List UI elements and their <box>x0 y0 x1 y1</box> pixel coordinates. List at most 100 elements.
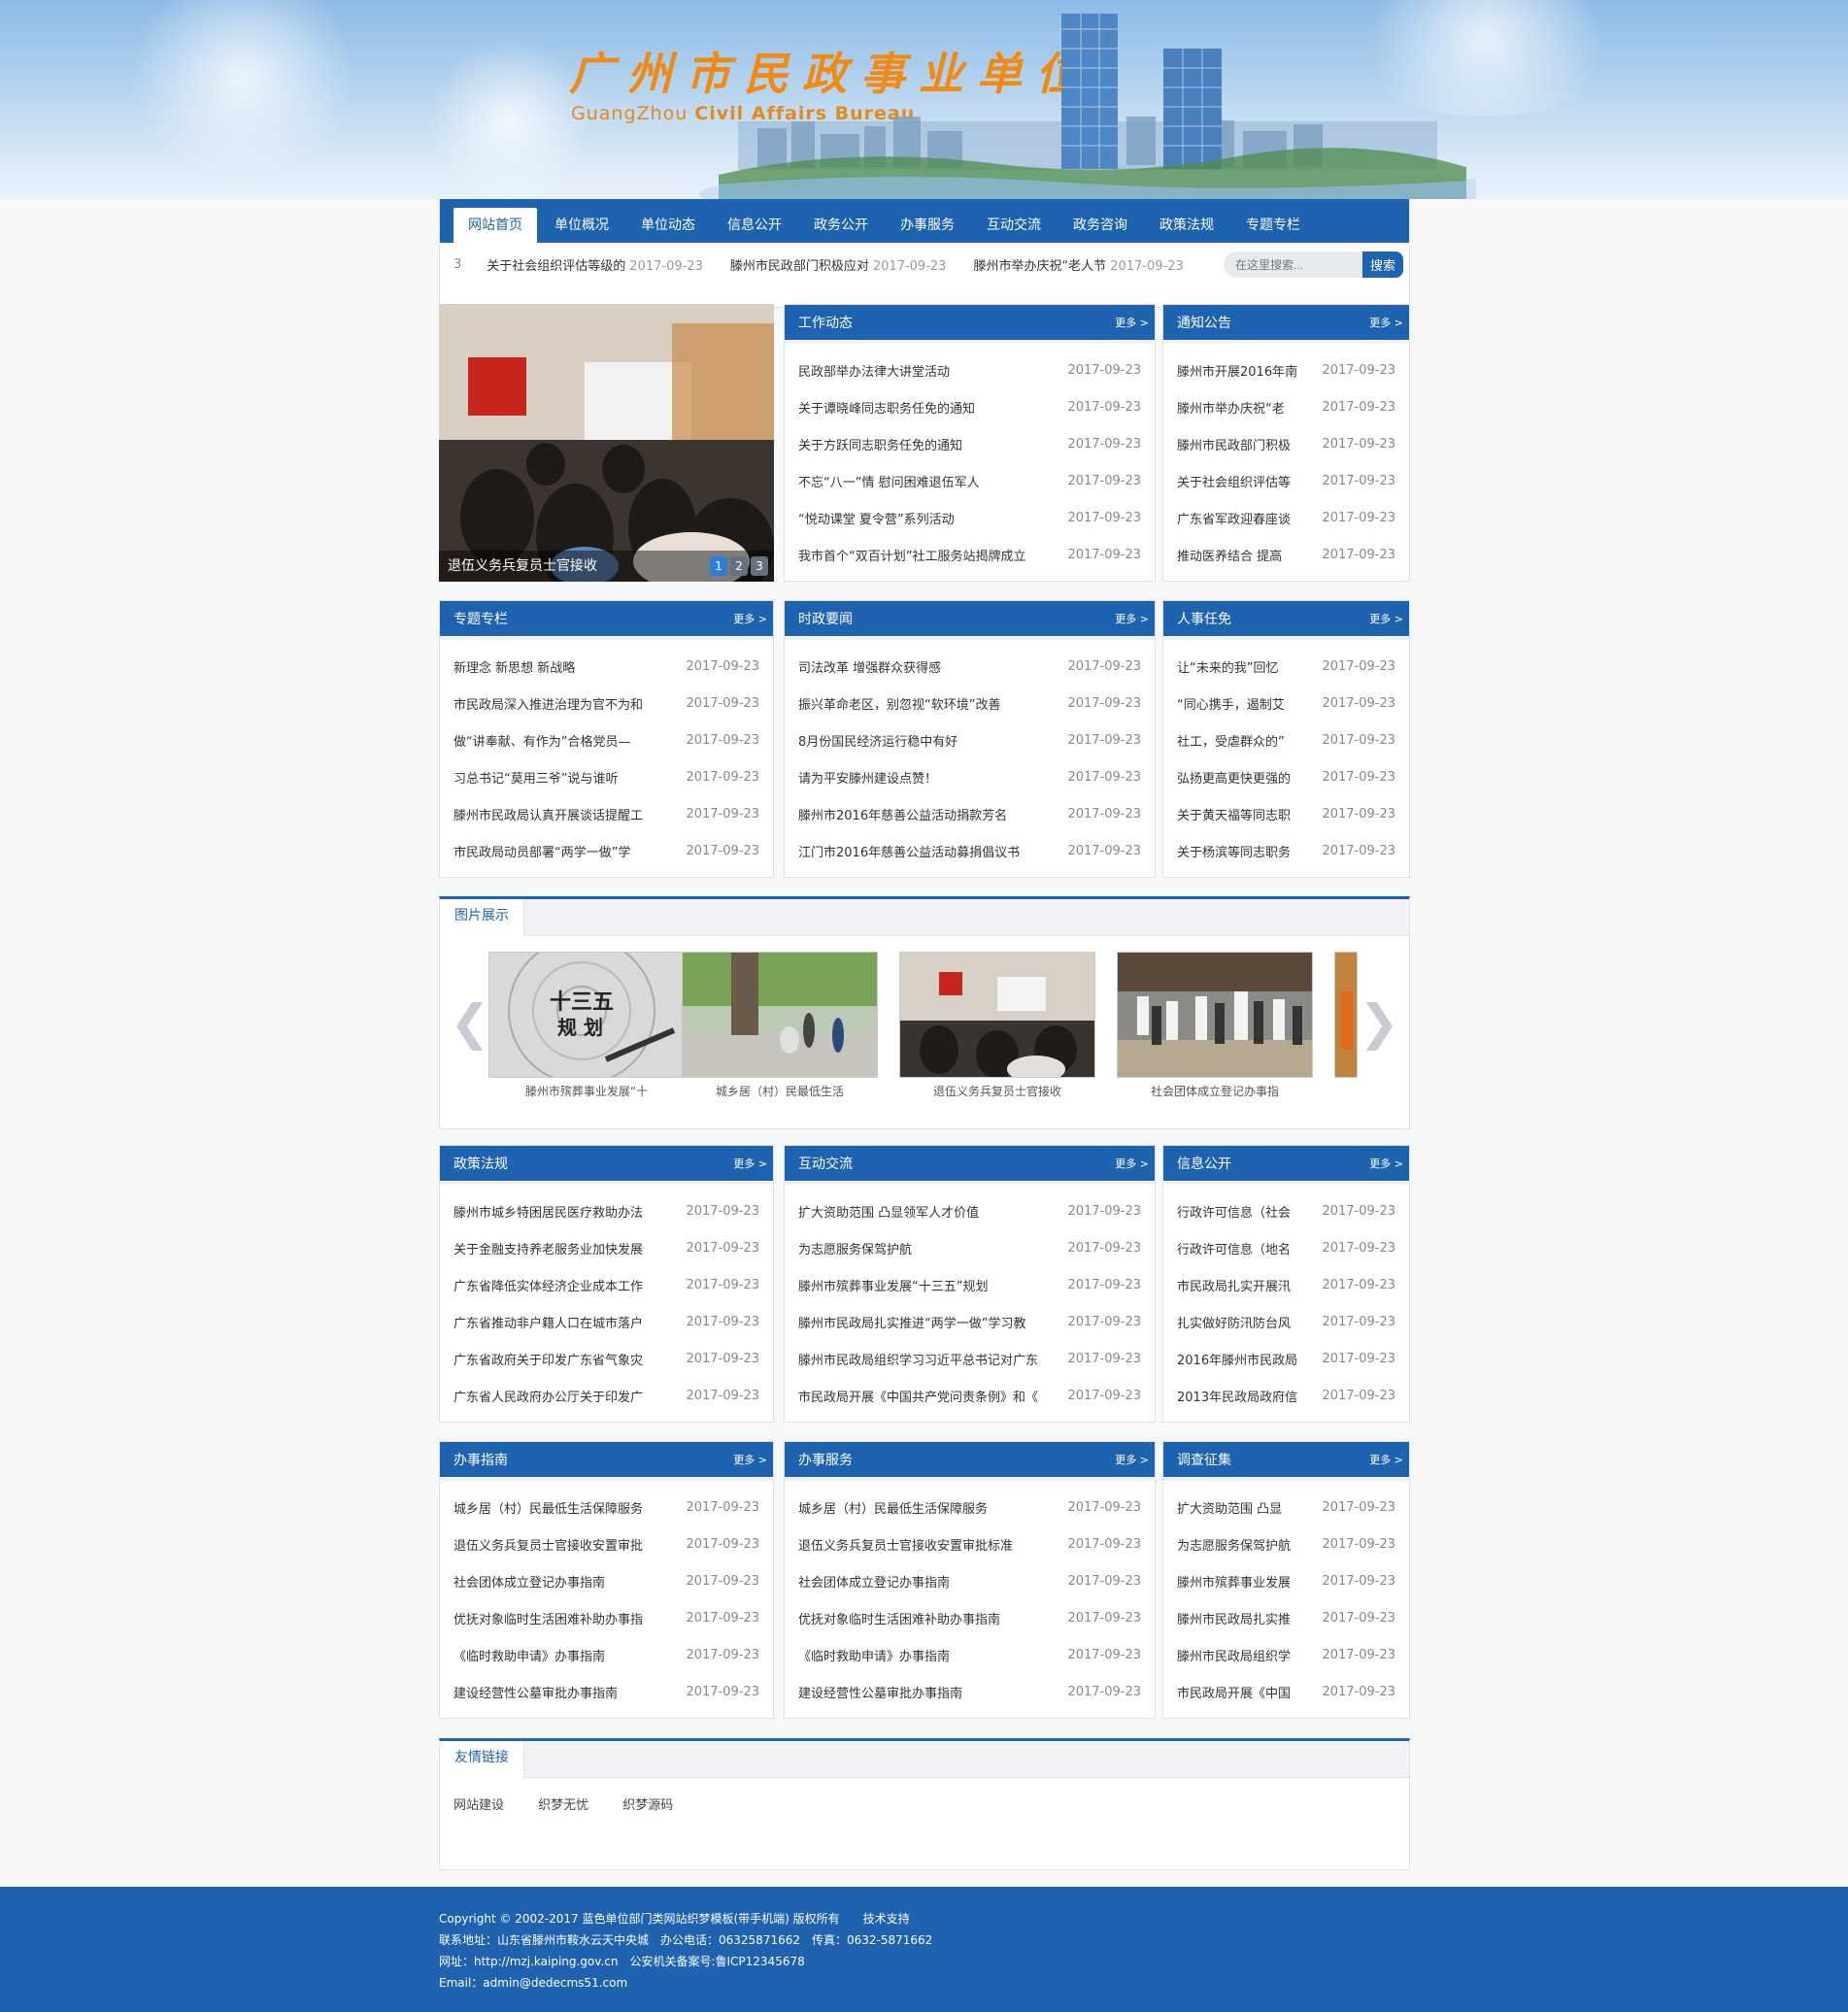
list-item[interactable]: “悦动课堂 夏令营”系列活动 2017-09-23 <box>798 499 1141 536</box>
list-item[interactable]: 滕州市2016年慈善公益活动捐款芳名 2017-09-23 <box>798 795 1141 832</box>
list-item[interactable]: 滕州市殡葬事业发展 2017-09-23 <box>1177 1562 1395 1599</box>
list-item[interactable]: 2016年滕州市民政局 2017-09-23 <box>1177 1340 1395 1377</box>
list-item[interactable]: 城乡居（村）民最低生活保障服务 2017-09-23 <box>798 1489 1141 1526</box>
gallery-item[interactable]: 城乡居（村）民最低生活 <box>682 952 878 1099</box>
list-item[interactable]: 优抚对象临时生活困难补助办事指南 2017-09-23 <box>798 1599 1141 1636</box>
gallery-item[interactable]: 社会团体成立登记办事指 <box>1117 952 1313 1099</box>
more-link[interactable]: 更多 > <box>733 1452 767 1467</box>
list-item[interactable]: 滕州市民政局组织学习习近平总书记对广东 2017-09-23 <box>798 1340 1141 1377</box>
friend-link[interactable]: 织梦无忧 <box>538 1794 588 1813</box>
nav-home[interactable]: 网站首页 <box>454 208 537 243</box>
ticker-item[interactable]: 关于社会组织评估等级的 2017-09-23 <box>487 255 703 274</box>
list-item[interactable]: 滕州市民政局组织学 2017-09-23 <box>1177 1636 1395 1673</box>
image-slider[interactable]: 退伍义务兵复员士官接收 1 2 3 <box>439 304 774 582</box>
list-item[interactable]: 扎实做好防汛防台风 2017-09-23 <box>1177 1303 1395 1340</box>
list-item[interactable]: 滕州市民政局扎实推 2017-09-23 <box>1177 1599 1395 1636</box>
list-item[interactable]: 社会团体成立登记办事指南 2017-09-23 <box>798 1562 1141 1599</box>
list-item[interactable]: 做“讲奉献、有作为”合格党员— 2017-09-23 <box>454 721 759 758</box>
nav-services[interactable]: 办事服务 <box>886 208 969 243</box>
list-item[interactable]: 司法改革 增强群众获得感 2017-09-23 <box>798 648 1141 685</box>
list-item[interactable]: 广东省政府关于印发广东省气象灾 2017-09-23 <box>454 1340 759 1377</box>
list-item[interactable]: 滕州市民政部门积极 2017-09-23 <box>1177 425 1395 462</box>
list-item[interactable]: 《临时救助申请》办事指南 2017-09-23 <box>798 1636 1141 1673</box>
nav-gov-affairs[interactable]: 政务公开 <box>799 208 883 243</box>
list-item[interactable]: 市民政局开展《中国共产党问责条例》和《 2017-09-23 <box>798 1377 1141 1414</box>
list-item[interactable]: 关于社会组织评估等 2017-09-23 <box>1177 462 1395 499</box>
list-item[interactable]: 滕州市开展2016年南 2017-09-23 <box>1177 352 1395 388</box>
more-link[interactable]: 更多 > <box>1369 611 1403 626</box>
nav-unit-news[interactable]: 单位动态 <box>626 208 710 243</box>
list-item[interactable]: 退伍义务兵复员士官接收安置审批 2017-09-23 <box>454 1526 759 1562</box>
list-item[interactable]: 不忘“八一”情 慰问困难退伍军人 2017-09-23 <box>798 462 1141 499</box>
more-link[interactable]: 更多 > <box>1369 315 1403 330</box>
list-item[interactable]: 滕州市民政局扎实推进“两学一做”学习教 2017-09-23 <box>798 1303 1141 1340</box>
more-link[interactable]: 更多 > <box>1115 611 1149 626</box>
list-item[interactable]: 市民政局扎实开展汛 2017-09-23 <box>1177 1266 1395 1303</box>
list-item[interactable]: 优抚对象临时生活困难补助办事指 2017-09-23 <box>454 1599 759 1636</box>
nav-info-disclosure[interactable]: 信息公开 <box>713 208 796 243</box>
list-item[interactable]: “同心携手，遏制艾 2017-09-23 <box>1177 685 1395 721</box>
list-item[interactable]: 为志愿服务保驾护航 2017-09-23 <box>798 1229 1141 1266</box>
list-item[interactable]: 滕州市城乡特困居民医疗救助办法 2017-09-23 <box>454 1192 759 1229</box>
list-item[interactable]: 关于方跃同志职务任免的通知 2017-09-23 <box>798 425 1141 462</box>
nav-special[interactable]: 专题专栏 <box>1231 208 1315 243</box>
gallery-item[interactable]: 十三五规 划 滕州市殡葬事业发展“十 <box>488 952 685 1099</box>
next-arrow-icon[interactable]: ❯ <box>1359 994 1399 1051</box>
slider-dot[interactable]: 2 <box>730 556 748 576</box>
nav-consult[interactable]: 政务咨询 <box>1058 208 1142 243</box>
list-item[interactable]: 建设经营性公墓审批办事指南 2017-09-23 <box>454 1673 759 1710</box>
search-button[interactable]: 搜索 <box>1362 252 1403 278</box>
list-item[interactable]: 行政许可信息（社会 2017-09-23 <box>1177 1192 1395 1229</box>
list-item[interactable]: 扩大资助范围 凸显领军人才价值 2017-09-23 <box>798 1192 1141 1229</box>
list-item[interactable]: 滕州市民政局认真开展谈话提醒工 2017-09-23 <box>454 795 759 832</box>
list-item[interactable]: 扩大资助范围 凸显 2017-09-23 <box>1177 1489 1395 1526</box>
list-item[interactable]: 社会团体成立登记办事指南 2017-09-23 <box>454 1562 759 1599</box>
list-item[interactable]: 2013年民政局政府信 2017-09-23 <box>1177 1377 1395 1414</box>
list-item[interactable]: 市民政局深入推进治理为官不为和 2017-09-23 <box>454 685 759 721</box>
list-item[interactable]: 城乡居（村）民最低生活保障服务 2017-09-23 <box>454 1489 759 1526</box>
list-item[interactable]: 推动医养结合 提高 2017-09-23 <box>1177 536 1395 573</box>
nav-overview[interactable]: 单位概况 <box>540 208 623 243</box>
list-item[interactable]: 广东省推动非户籍人口在城市落户 2017-09-23 <box>454 1303 759 1340</box>
list-item[interactable]: 滕州市举办庆祝“老 2017-09-23 <box>1177 388 1395 425</box>
more-link[interactable]: 更多 > <box>733 1156 767 1171</box>
slider-dot[interactable]: 1 <box>710 556 727 576</box>
nav-policy[interactable]: 政策法规 <box>1145 208 1228 243</box>
more-link[interactable]: 更多 > <box>1115 1156 1149 1171</box>
list-item[interactable]: 广东省军政迎春座谈 2017-09-23 <box>1177 499 1395 536</box>
nav-interaction[interactable]: 互动交流 <box>972 208 1056 243</box>
list-item[interactable]: 关于谭晓峰同志职务任免的通知 2017-09-23 <box>798 388 1141 425</box>
list-item[interactable]: 《临时救助申请》办事指南 2017-09-23 <box>454 1636 759 1673</box>
list-item[interactable]: 民政部举办法律大讲堂活动 2017-09-23 <box>798 352 1141 388</box>
list-item[interactable]: 社工，受虐群众的” 2017-09-23 <box>1177 721 1395 758</box>
slider-dot[interactable]: 3 <box>751 556 768 576</box>
list-item[interactable]: 我市首个“双百计划”社工服务站揭牌成立 2017-09-23 <box>798 536 1141 573</box>
ticker-item[interactable]: 滕州市举办庆祝“老人节 2017-09-23 <box>973 255 1183 274</box>
prev-arrow-icon[interactable]: ❮ <box>450 994 490 1051</box>
more-link[interactable]: 更多 > <box>733 611 767 626</box>
friend-link[interactable]: 织梦源码 <box>622 1794 673 1813</box>
list-item[interactable]: 新理念 新思想 新战略 2017-09-23 <box>454 648 759 685</box>
list-item[interactable]: 振兴革命老区，别忽视“软环境”改善 2017-09-23 <box>798 685 1141 721</box>
list-item[interactable]: 让“未来的我”回忆 2017-09-23 <box>1177 648 1395 685</box>
more-link[interactable]: 更多 > <box>1115 1452 1149 1467</box>
gallery-item[interactable]: 退伍义务兵复员士官接收 <box>899 952 1095 1099</box>
list-item[interactable]: 弘扬更高更快更强的 2017-09-23 <box>1177 758 1395 795</box>
list-item[interactable]: 关于杨滨等同志职务 2017-09-23 <box>1177 832 1395 869</box>
friend-link[interactable]: 网站建设 <box>454 1794 504 1813</box>
gallery-item[interactable] <box>1334 952 1358 1078</box>
list-item[interactable]: 滕州市殡葬事业发展“十三五”规划 2017-09-23 <box>798 1266 1141 1303</box>
list-item[interactable]: 8月份国民经济运行稳中有好 2017-09-23 <box>798 721 1141 758</box>
list-item[interactable]: 广东省人民政府办公厅关于印发广 2017-09-23 <box>454 1377 759 1414</box>
more-link[interactable]: 更多 > <box>1369 1156 1403 1171</box>
search-input[interactable] <box>1224 252 1362 278</box>
ticker-item[interactable]: 滕州市民政部门积极应对 2017-09-23 <box>730 255 947 274</box>
list-item[interactable]: 关于黄天福等同志职 2017-09-23 <box>1177 795 1395 832</box>
list-item[interactable]: 广东省降低实体经济企业成本工作 2017-09-23 <box>454 1266 759 1303</box>
list-item[interactable]: 关于金融支持养老服务业加快发展 2017-09-23 <box>454 1229 759 1266</box>
list-item[interactable]: 为志愿服务保驾护航 2017-09-23 <box>1177 1526 1395 1562</box>
list-item[interactable]: 市民政局开展《中国 2017-09-23 <box>1177 1673 1395 1710</box>
list-item[interactable]: 习总书记“莫用三爷”说与谁听 2017-09-23 <box>454 758 759 795</box>
list-item[interactable]: 市民政局动员部署“两学一做”学 2017-09-23 <box>454 832 759 869</box>
more-link[interactable]: 更多 > <box>1115 315 1149 330</box>
